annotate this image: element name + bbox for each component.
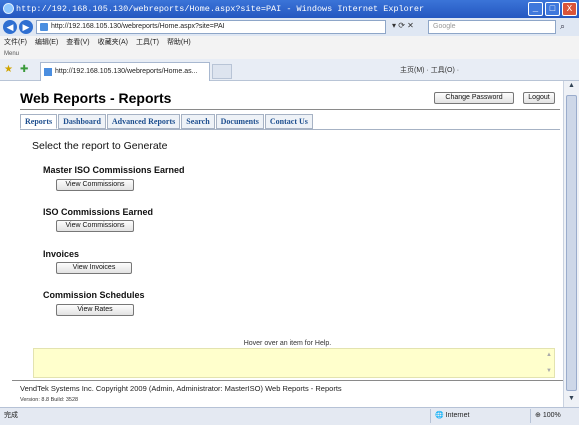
view-master-commissions-button[interactable]: View Commissions (56, 179, 134, 191)
search-icon[interactable]: ⌕ (560, 21, 565, 32)
back-icon[interactable]: ◀ (3, 20, 17, 34)
zone-label: Internet (445, 412, 470, 419)
version-info: Version: 8.8 Build: 3528 (20, 397, 79, 403)
scroll-up-icon[interactable]: ▲ (566, 82, 577, 93)
menu-favorites[interactable]: 收藏夹(A) (98, 36, 128, 49)
change-password-button[interactable]: Change Password (434, 92, 514, 104)
section-iso-title: ISO Commissions Earned (43, 207, 154, 217)
search-input[interactable]: Google (428, 20, 556, 34)
help-hint: Hover over an item for Help. (243, 340, 332, 347)
tab-contact-us[interactable]: Contact Us (264, 114, 313, 129)
menu-file[interactable]: 文件(F) (4, 36, 27, 49)
links-label[interactable]: Menu (4, 51, 19, 57)
new-tab-button[interactable] (212, 64, 232, 79)
address-bar[interactable]: http://192.168.105.130/webreports/Home.a… (36, 20, 386, 34)
page-icon (40, 23, 48, 31)
menu-edit[interactable]: 编辑(E) (35, 36, 58, 49)
view-invoices-button[interactable]: View Invoices (56, 262, 132, 274)
menu-bar: 文件(F) 编辑(E) 查看(V) 收藏夹(A) 工具(T) 帮助(H) (0, 36, 579, 49)
add-favorite-icon[interactable]: ✚ (20, 64, 28, 75)
tab-dashboard[interactable]: Dashboard (58, 114, 106, 129)
web-page: Web Reports - Reports Change Password Lo… (12, 84, 563, 407)
header-divider (20, 109, 560, 110)
address-row: ◀ ▶ http://192.168.105.130/webreports/Ho… (0, 18, 579, 36)
tab-search[interactable]: Search (181, 114, 215, 129)
copyright-footer: VendTek Systems Inc. Copyright 2009 (Adm… (20, 384, 342, 393)
app-tabs: Reports Dashboard Advanced Reports Searc… (20, 114, 313, 129)
maximize-button[interactable]: □ (545, 2, 560, 16)
links-bar: Menu (0, 49, 579, 59)
window-title-bar: http://192.168.105.130/webreports/Home.a… (0, 0, 579, 18)
scroll-thumb[interactable] (566, 95, 577, 391)
tab-underline (20, 129, 560, 130)
window-title: http://192.168.105.130/webreports/Home.a… (16, 4, 425, 14)
address-text: http://192.168.105.130/webreports/Home.a… (51, 23, 225, 30)
section-schedules-title: Commission Schedules (43, 290, 145, 300)
globe-icon: 🌐 (435, 412, 446, 419)
vertical-scrollbar[interactable]: ▲ ▼ (563, 81, 579, 407)
menu-view[interactable]: 查看(V) (66, 36, 89, 49)
help-panel: ▲ ▼ (33, 348, 555, 378)
section-invoices-title: Invoices (43, 249, 80, 259)
menu-tools[interactable]: 工具(T) (136, 36, 159, 49)
tab-reports[interactable]: Reports (20, 114, 58, 129)
ie-icon (3, 3, 14, 14)
logout-button[interactable]: Logout (523, 92, 555, 104)
page-title: Web Reports - Reports (20, 90, 172, 106)
favorites-star-icon[interactable]: ★ (4, 64, 13, 75)
view-iso-commissions-button[interactable]: View Commissions (56, 220, 134, 232)
browser-tab-title: http://192.168.105.130/webreports/Home.a… (55, 68, 198, 75)
forward-icon[interactable]: ▶ (19, 20, 33, 34)
minimize-button[interactable]: _ (528, 2, 543, 16)
browser-tab[interactable]: http://192.168.105.130/webreports/Home.a… (40, 62, 210, 81)
section-master-iso-title: Master ISO Commissions Earned (43, 165, 185, 175)
footer-divider (12, 380, 563, 381)
report-prompt: Select the report to Generate (32, 140, 168, 152)
zoom-icon: ⊕ (535, 412, 543, 419)
tab-page-icon (44, 68, 52, 76)
scroll-down-icon[interactable]: ▼ (566, 395, 577, 406)
menu-help[interactable]: 帮助(H) (167, 36, 191, 49)
tab-documents[interactable]: Documents (215, 114, 264, 129)
help-scroll-up-icon[interactable]: ▲ (546, 352, 552, 358)
view-rates-button[interactable]: View Rates (56, 304, 134, 316)
security-zone: 🌐 Internet (430, 409, 469, 423)
command-bar[interactable]: 主页(M) · 工具(O) · (400, 65, 459, 75)
close-window-button[interactable]: X (562, 2, 577, 16)
help-scroll-down-icon[interactable]: ▼ (546, 368, 552, 374)
zoom-level[interactable]: ⊕ 100% (530, 409, 561, 423)
status-bar: 完成 🌐 Internet ⊕ 100% (0, 407, 579, 425)
refresh-stop-icons[interactable]: ▾ ⟳ ✕ (392, 21, 414, 30)
status-text: 完成 (4, 412, 18, 419)
tab-toolbar: ★ ✚ http://192.168.105.130/webreports/Ho… (0, 59, 579, 81)
tab-advanced-reports[interactable]: Advanced Reports (106, 114, 181, 129)
zoom-value: 100% (542, 412, 561, 419)
